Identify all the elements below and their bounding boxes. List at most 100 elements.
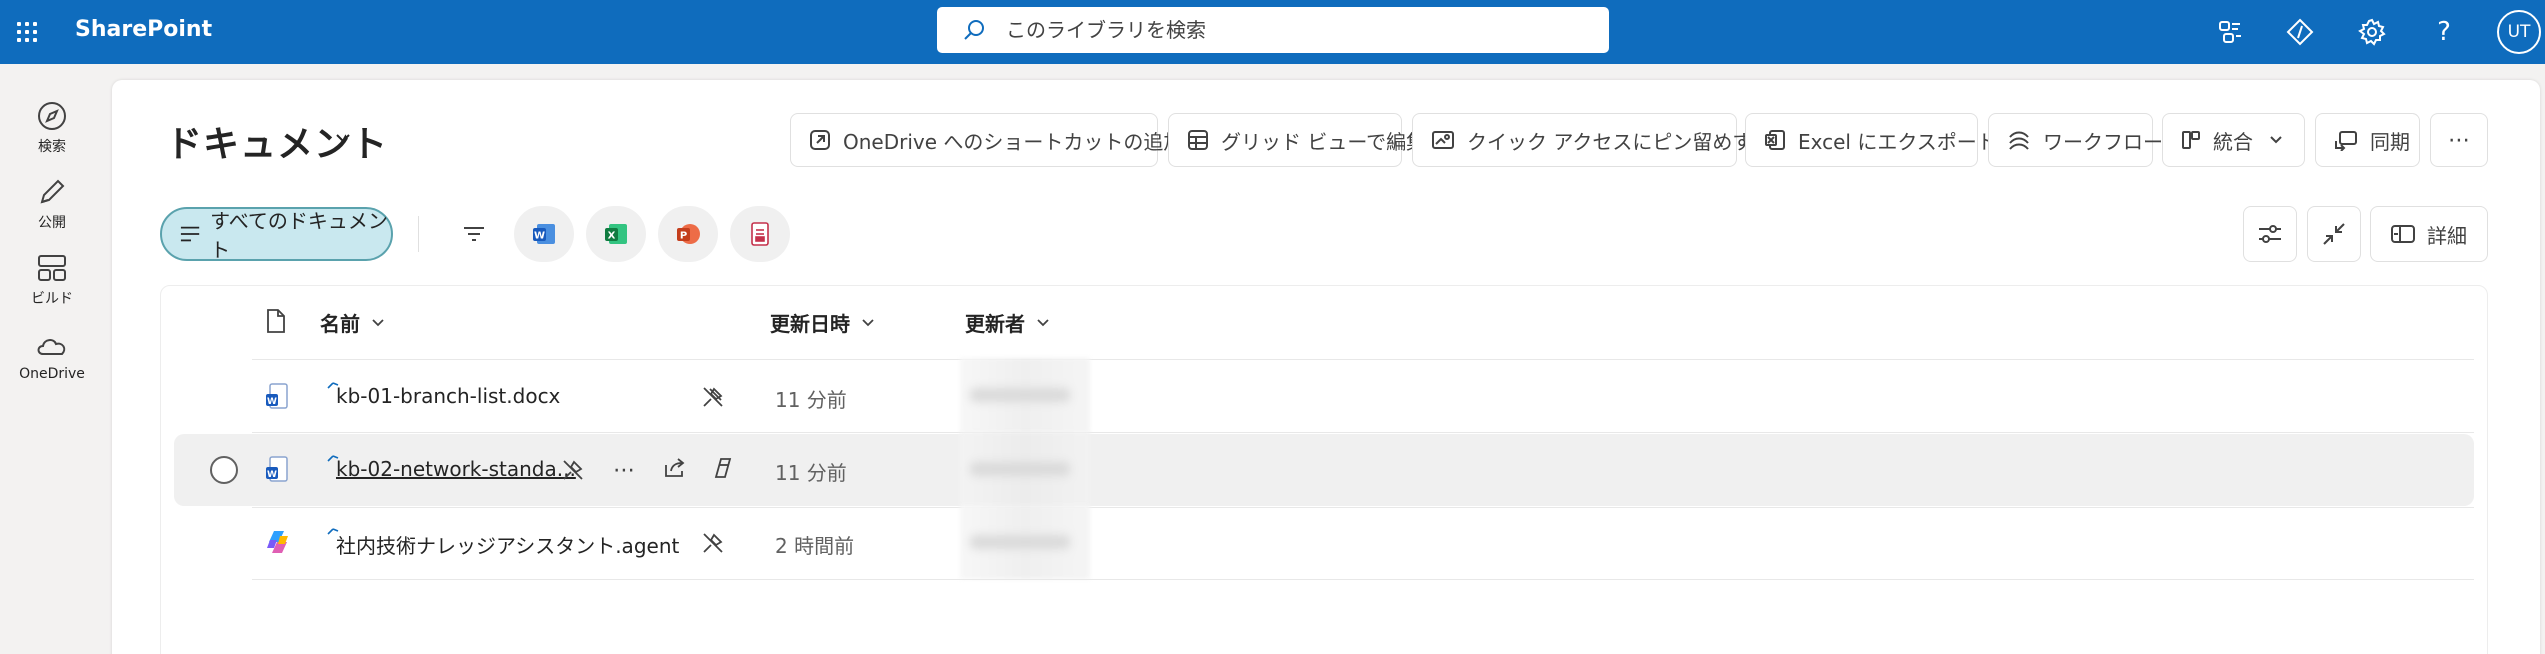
rail-item-search[interactable]: 検索 <box>0 100 104 156</box>
filter-pdf-button[interactable] <box>730 206 790 262</box>
file-name-link[interactable]: kb-01-branch-list.docx <box>336 384 560 408</box>
row-divider <box>252 507 2474 508</box>
help-button[interactable]: ? <box>2424 12 2464 52</box>
header-divider <box>252 359 2474 360</box>
chevron-down-icon <box>862 318 874 326</box>
feed-icon <box>2219 21 2241 43</box>
cloud-icon <box>37 339 66 355</box>
waffle-icon <box>17 22 37 42</box>
search-input[interactable] <box>1006 18 1526 42</box>
rail-label: 公開 <box>38 215 66 231</box>
row-more-actions-button[interactable]: ⋯ <box>608 454 640 486</box>
workflow-icon <box>2009 131 2029 150</box>
pin-image-icon <box>1432 131 1454 149</box>
code-diamond-icon <box>2286 18 2314 46</box>
pin-quick-access-button[interactable]: クイック アクセスにピン留めする <box>1412 113 1772 167</box>
pdf-icon <box>751 222 769 246</box>
svg-text:X: X <box>608 231 616 242</box>
filter-button[interactable] <box>444 206 504 262</box>
modified-time: 11 分前 <box>775 388 847 412</box>
copilot-icon[interactable] <box>712 456 736 480</box>
rail-label: 検索 <box>38 139 66 155</box>
chevron-down-icon <box>1037 318 1049 326</box>
details-pane-button[interactable]: 詳細 <box>2370 206 2488 262</box>
modified-time: 11 分前 <box>775 461 847 485</box>
pen-icon <box>40 179 65 204</box>
sync-button[interactable]: 同期 <box>2315 113 2420 167</box>
svg-text:W: W <box>267 397 277 407</box>
page-title[interactable]: ドキュメント <box>166 115 388 167</box>
rail-item-publish[interactable]: 公開 <box>0 176 104 232</box>
modified-by-redacted <box>960 358 1090 432</box>
column-header-name[interactable]: 名前 <box>320 308 384 337</box>
grid-table-icon <box>1188 130 1208 150</box>
file-name-link[interactable]: 社内技術ナレッジアシスタント.agent <box>336 530 679 559</box>
copilot-agent-icon <box>267 531 288 553</box>
list-lines-icon <box>180 226 200 242</box>
export-excel-button[interactable]: Excel にエクスポート <box>1745 113 1997 167</box>
grid-edit-button[interactable]: グリッド ビューで編集 <box>1168 113 1426 167</box>
shortcut-arrow-icon <box>810 130 830 150</box>
rail-label: ビルド <box>31 291 73 307</box>
chevron-down-icon[interactable] <box>335 132 351 144</box>
add-shortcut-button[interactable]: OneDrive へのショートカットの追加 <box>790 113 1183 167</box>
developer-button[interactable] <box>2280 12 2320 52</box>
file-type-header-icon[interactable] <box>266 308 286 334</box>
rail-item-onedrive[interactable]: OneDrive <box>0 330 104 382</box>
row-divider <box>252 579 2474 580</box>
filter-word-button[interactable]: W <box>514 206 574 262</box>
question-mark-icon: ? <box>2437 17 2451 47</box>
row-select-checkbox[interactable] <box>210 456 238 484</box>
compass-icon <box>38 102 66 130</box>
unpin-icon[interactable] <box>562 459 584 481</box>
build-blocks-icon <box>38 255 66 281</box>
file-name-link[interactable]: kb-02-network-standa... <box>336 457 576 481</box>
svg-text:W: W <box>534 231 545 242</box>
workflow-button[interactable]: ワークフロー <box>1988 113 2163 167</box>
modified-by-redacted <box>960 432 1090 506</box>
avatar[interactable]: UT <box>2497 10 2541 54</box>
integrate-icon <box>2182 131 2200 149</box>
more-horizontal-icon: ⋯ <box>2448 127 2470 153</box>
search-box[interactable] <box>937 7 1609 53</box>
unpin-icon[interactable] <box>702 386 724 408</box>
share-icon[interactable] <box>663 457 687 479</box>
column-header-modified[interactable]: 更新日時 <box>770 308 874 337</box>
rail-label: OneDrive <box>19 366 85 382</box>
word-icon: W <box>266 383 288 409</box>
rail-item-build[interactable]: ビルド <box>0 252 104 308</box>
word-icon: W <box>533 224 555 244</box>
view-options-button[interactable] <box>2243 206 2297 262</box>
collapse-arrows-icon <box>2323 223 2345 245</box>
divider <box>418 216 419 252</box>
settings-button[interactable] <box>2352 12 2392 52</box>
details-panel-icon <box>2391 225 2415 243</box>
chevron-down-icon <box>2270 136 2282 144</box>
excel-icon: X <box>605 224 627 244</box>
more-commands-button[interactable]: ⋯ <box>2430 113 2488 167</box>
filter-excel-button[interactable]: X <box>586 206 646 262</box>
unpin-icon[interactable] <box>702 532 724 554</box>
filter-powerpoint-button[interactable]: P <box>658 206 718 262</box>
chevron-down-icon <box>372 318 384 326</box>
modified-time: 2 時間前 <box>775 534 855 558</box>
integrate-dropdown-button[interactable]: 統合 <box>2162 113 2305 167</box>
sync-icon <box>2335 131 2357 151</box>
modified-by-redacted <box>960 505 1090 579</box>
filter-lines-icon <box>464 227 484 241</box>
collapse-button[interactable] <box>2307 206 2361 262</box>
view-selector-all-documents[interactable]: すべてのドキュメント <box>160 207 393 262</box>
word-icon: W <box>266 456 288 482</box>
app-launcher-button[interactable] <box>0 0 54 64</box>
row-divider <box>252 432 2474 433</box>
app-title[interactable]: SharePoint <box>75 17 212 42</box>
sliders-icon <box>2259 225 2281 243</box>
more-horizontal-icon: ⋯ <box>613 457 635 483</box>
column-header-modified-by[interactable]: 更新者 <box>965 308 1049 337</box>
feed-button[interactable] <box>2210 12 2250 52</box>
powerpoint-icon: P <box>677 224 700 244</box>
gear-icon <box>2358 18 2386 46</box>
svg-text:P: P <box>680 231 687 242</box>
svg-text:W: W <box>267 470 277 480</box>
excel-export-icon <box>1765 130 1785 150</box>
